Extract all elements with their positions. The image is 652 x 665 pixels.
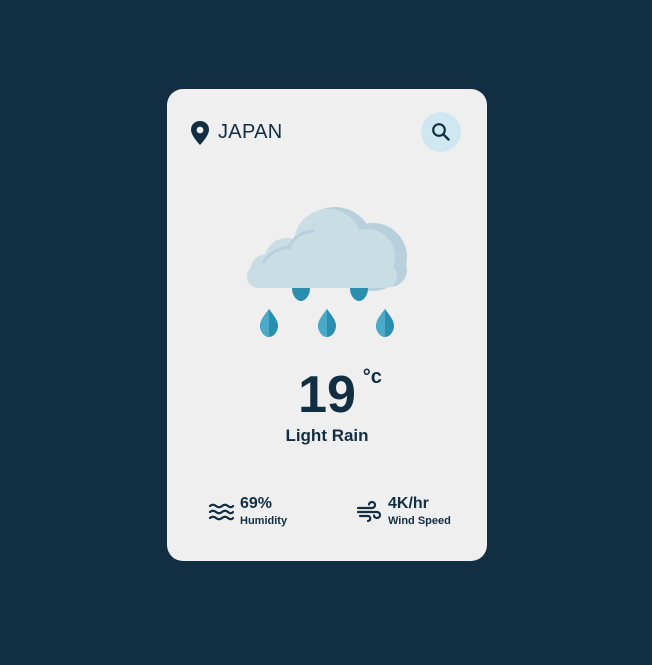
wind-value: 4K/hr [388, 495, 429, 512]
location-pin-icon [191, 121, 209, 145]
temperature-number: 19 [298, 366, 356, 424]
wind-icon [356, 500, 382, 523]
wind-stat: 4K/hr Wind Speed [356, 494, 451, 528]
wind-label: Wind Speed [388, 515, 451, 527]
rain-cloud-icon [247, 207, 407, 337]
temperature-value: 19 °c [298, 365, 382, 425]
weather-condition: Light Rain [285, 426, 369, 445]
search-icon [432, 123, 450, 141]
waves-icon [208, 503, 234, 521]
search-button[interactable] [421, 112, 461, 152]
humidity-stat: 69% Humidity [208, 494, 287, 528]
weather-card: JAPAN 19 °c Light Rain 69% Humidity 4K/h… [167, 89, 487, 561]
humidity-value: 69% [240, 495, 273, 512]
temperature: 19 °c [167, 365, 487, 425]
humidity-label: Humidity [240, 515, 288, 527]
location-name: JAPAN [218, 121, 283, 143]
temperature-unit: °c [362, 366, 382, 388]
